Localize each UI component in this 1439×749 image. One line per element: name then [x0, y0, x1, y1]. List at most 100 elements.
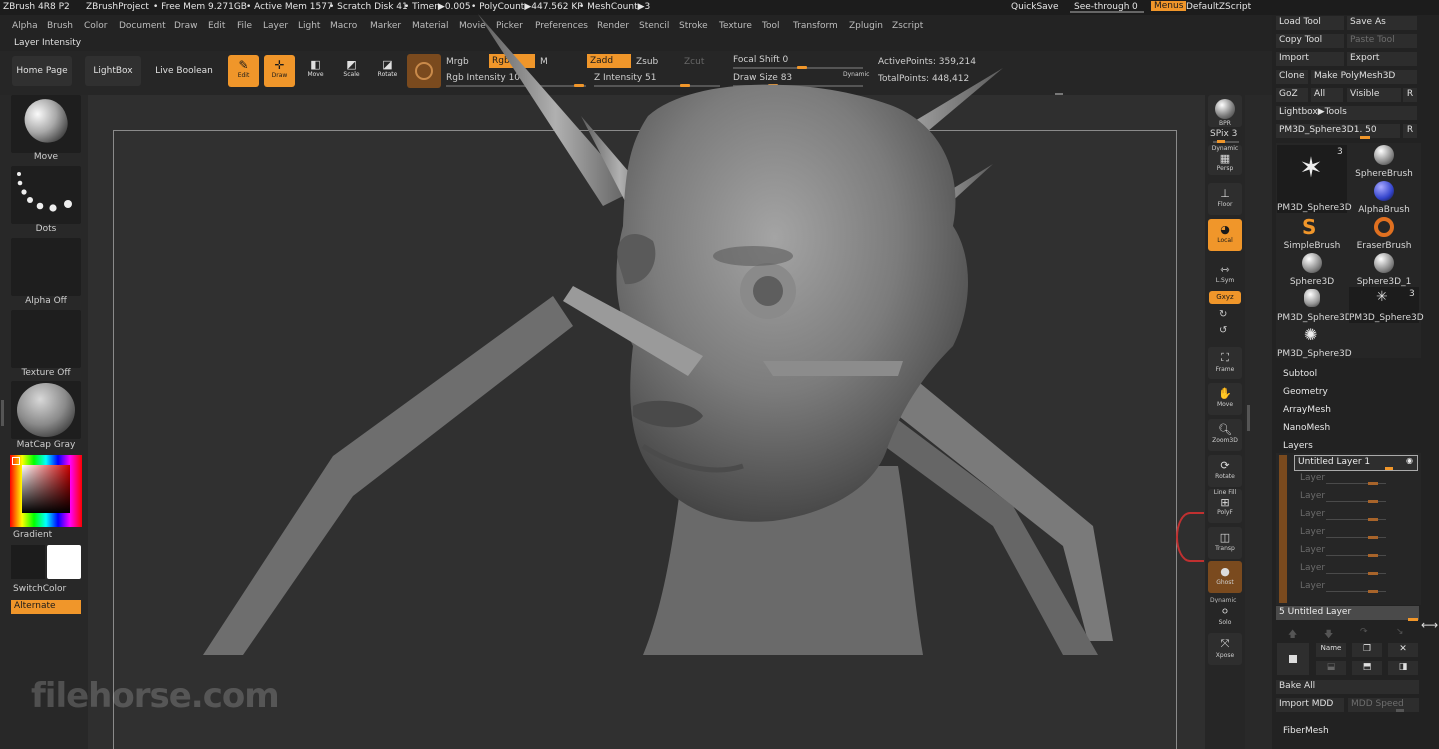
- frame-button[interactable]: ⛶ Frame: [1208, 347, 1242, 379]
- duplicate-layer-button[interactable]: ❐: [1352, 643, 1382, 657]
- new-layer-button[interactable]: [1277, 643, 1309, 675]
- bpr-icon: [1215, 99, 1235, 119]
- layer-row[interactable]: Layer: [1300, 581, 1422, 597]
- tool-r-button[interactable]: R: [1403, 124, 1417, 138]
- menus-button[interactable]: Menus: [1151, 1, 1187, 11]
- layer-row[interactable]: Layer: [1300, 563, 1422, 579]
- spix-knob[interactable]: [1217, 140, 1225, 143]
- r-button[interactable]: R: [1403, 88, 1417, 102]
- layer-row[interactable]: Layer: [1300, 545, 1422, 561]
- tool-item-alphabrush[interactable]: AlphaBrush: [1349, 179, 1419, 215]
- bake-all-button[interactable]: Bake All: [1276, 680, 1419, 694]
- layer-active-knob[interactable]: [1385, 467, 1393, 470]
- spix-label[interactable]: SPix 3: [1210, 129, 1237, 139]
- tool-item-pm3d-sphere3d[interactable]: 3 ✶ PM3D_Sphere3D: [1277, 145, 1352, 213]
- fibermesh-section[interactable]: FiberMesh: [1283, 726, 1329, 736]
- layer-row-knob[interactable]: [1368, 590, 1378, 593]
- tool-item-sphere3d-1[interactable]: Sphere3D_1: [1349, 251, 1419, 287]
- layer-row[interactable]: Layer: [1300, 473, 1422, 489]
- layer-row[interactable]: Layer: [1300, 509, 1422, 525]
- watermark: filehorse.com: [31, 676, 280, 716]
- solo-button[interactable]: ⚪ Solo: [1208, 603, 1242, 629]
- layer-row[interactable]: Layer: [1300, 491, 1422, 507]
- xpose-button[interactable]: ⤧ Xpose: [1208, 633, 1242, 665]
- move-view-button[interactable]: ✋ Move: [1208, 383, 1242, 415]
- persp-dynamic-label: Dynamic: [1211, 145, 1239, 152]
- layer-row-knob[interactable]: [1368, 536, 1378, 539]
- document-frame[interactable]: filehorse.com: [31, 14, 1177, 749]
- layer-count-bar[interactable]: 5 Untitled Layer: [1276, 606, 1419, 620]
- merge-down-button[interactable]: ⬒: [1352, 661, 1382, 675]
- load-tool-button[interactable]: Load Tool: [1276, 16, 1344, 30]
- tool-item-pm3d-sphere3d-3[interactable]: 3 ✳ PM3D_Sphere3D: [1349, 287, 1424, 323]
- tool-item-sphere3d[interactable]: Sphere3D: [1277, 251, 1347, 287]
- current-tool-knob[interactable]: [1360, 136, 1370, 139]
- spiky-head-icon: ✳: [1376, 289, 1388, 305]
- rotate-view-button[interactable]: ⟳ Rotate: [1208, 455, 1242, 487]
- split-layer-button[interactable]: ⬓: [1316, 661, 1346, 675]
- rotate-axis2-icon[interactable]: ↺: [1219, 325, 1227, 336]
- layer-row-knob[interactable]: [1368, 518, 1378, 521]
- xyz-button[interactable]: Gxyz: [1209, 291, 1241, 304]
- copy-layer-button[interactable]: ◨: [1388, 661, 1418, 675]
- layer-row-knob[interactable]: [1368, 554, 1378, 557]
- mdd-speed-slider[interactable]: MDD Speed: [1348, 698, 1419, 712]
- merge-icon[interactable]: ↘: [1396, 627, 1404, 637]
- persp-button[interactable]: Dynamic ▦ Persp: [1208, 145, 1242, 175]
- subtool-section[interactable]: Subtool: [1283, 369, 1317, 379]
- tool-item-eraserbrush[interactable]: EraserBrush: [1349, 215, 1419, 251]
- layer-row-knob[interactable]: [1368, 482, 1378, 485]
- layers-scrollbar[interactable]: [1279, 455, 1287, 603]
- current-tool-slider[interactable]: PM3D_Sphere3D1. 50: [1276, 124, 1400, 138]
- zoom3d-button[interactable]: 🔍︎ Zoom3D: [1208, 419, 1242, 451]
- layers-list: Untitled Layer 1 ◉ Layer Layer Layer Lay…: [1276, 453, 1421, 605]
- lsym-label: L.Sym: [1215, 277, 1235, 284]
- lightbox-tools-button[interactable]: Lightbox▶Tools: [1276, 106, 1417, 120]
- frame-label: Frame: [1215, 366, 1235, 373]
- layer-count-knob[interactable]: [1408, 618, 1418, 621]
- lsym-button[interactable]: ⇿ L.Sym: [1208, 259, 1242, 285]
- tool-item-pm3d-sphere3d-2[interactable]: PM3D_Sphere3D: [1277, 287, 1352, 323]
- arraymesh-section[interactable]: ArrayMesh: [1283, 405, 1331, 415]
- local-button[interactable]: ◕ Local: [1208, 219, 1242, 251]
- sculpt-model[interactable]: [1, 1, 1118, 655]
- move-layer-down-icon[interactable]: 🡇: [1324, 627, 1333, 643]
- layers-section[interactable]: Layers: [1283, 441, 1313, 451]
- rotate-axis-icon[interactable]: ↻: [1219, 309, 1227, 320]
- import-button[interactable]: Import: [1276, 52, 1344, 66]
- layer-row-knob[interactable]: [1368, 500, 1378, 503]
- redo-icon[interactable]: ↷: [1360, 627, 1368, 637]
- ghost-button[interactable]: ● Ghost: [1208, 561, 1242, 593]
- save-as-button[interactable]: Save As: [1347, 16, 1417, 30]
- transp-button[interactable]: ◫ Transp: [1208, 527, 1242, 559]
- floor-button[interactable]: ⊥ Floor: [1208, 183, 1242, 215]
- tool-name: Sphere3D_1: [1356, 277, 1412, 287]
- name-layer-button[interactable]: Name: [1316, 643, 1346, 657]
- tool-item-simplebrush[interactable]: S SimpleBrush: [1277, 215, 1347, 251]
- copy-tool-button[interactable]: Copy Tool: [1276, 34, 1344, 48]
- layer-row-knob[interactable]: [1368, 572, 1378, 575]
- paste-tool-button[interactable]: Paste Tool: [1347, 34, 1417, 48]
- bpr-button[interactable]: BPR: [1208, 95, 1242, 127]
- delete-layer-button[interactable]: ✕: [1388, 643, 1418, 657]
- tool-item-pm3d-sphere3d-4[interactable]: ✺ PM3D_Sphere3D: [1277, 323, 1352, 359]
- nanomesh-section[interactable]: NanoMesh: [1283, 423, 1330, 433]
- import-mdd-button[interactable]: Import MDD: [1276, 698, 1344, 712]
- right-tray-handle[interactable]: [1247, 405, 1250, 431]
- export-button[interactable]: Export: [1347, 52, 1417, 66]
- move-layer-up-icon[interactable]: 🡅: [1288, 627, 1297, 643]
- polyf-button[interactable]: Line Fill ⊞ PolyF: [1208, 489, 1242, 523]
- goz-button[interactable]: GoZ: [1276, 88, 1308, 102]
- make-polymesh-button[interactable]: Make PolyMesh3D: [1311, 70, 1417, 84]
- tool-item-spherebrush[interactable]: SphereBrush: [1349, 143, 1419, 179]
- layer-active[interactable]: Untitled Layer 1 ◉: [1294, 455, 1418, 471]
- visible-button[interactable]: Visible: [1347, 88, 1401, 102]
- right-shelf: BPR SPix 3 Dynamic ▦ Persp ⊥ Floor ◕ Loc…: [1205, 95, 1245, 749]
- layer-row[interactable]: Layer: [1300, 527, 1422, 543]
- eye-icon[interactable]: ◉: [1406, 456, 1413, 465]
- all-button[interactable]: All: [1311, 88, 1343, 102]
- mdd-speed-knob[interactable]: [1396, 709, 1404, 712]
- default-zscript[interactable]: DefaultZScript: [1186, 2, 1251, 12]
- geometry-section[interactable]: Geometry: [1283, 387, 1328, 397]
- clone-button[interactable]: Clone: [1276, 70, 1308, 84]
